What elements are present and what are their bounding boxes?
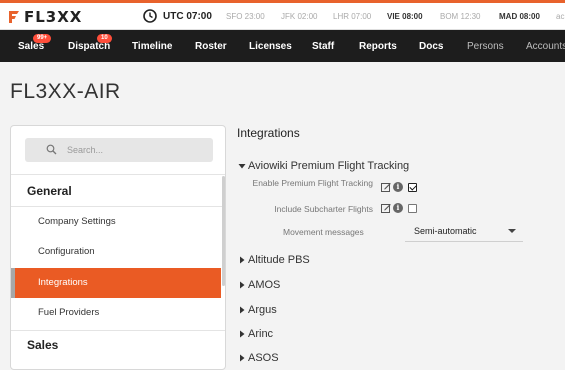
nav-accounts[interactable]: Accounts [526, 41, 565, 52]
nav-docs[interactable]: Docs [419, 41, 443, 52]
timezone-mad: MAD 08:00 [499, 12, 540, 21]
search-icon [46, 144, 57, 155]
movement-messages-select[interactable]: Semi-automatic [405, 220, 523, 242]
timezone-lhr: LHR 07:00 [333, 12, 372, 21]
caret-down-icon [238, 164, 246, 169]
info-icon[interactable]: i [393, 203, 403, 213]
group-sales: Sales [27, 338, 59, 352]
info-icon[interactable]: i [393, 182, 403, 192]
caret-right-icon [240, 306, 245, 314]
integration-aviowiki[interactable]: Aviowiki Premium Flight Tracking [237, 160, 409, 172]
integration-label: Argus [248, 304, 277, 316]
sidebar-item-company-settings[interactable]: Company Settings [11, 207, 221, 237]
timezone-sfo: SFO 23:00 [226, 12, 265, 21]
divider [11, 330, 225, 331]
divider [11, 174, 225, 175]
nav-persons[interactable]: Persons [467, 41, 504, 52]
setting-include-subcharter-controls: i [381, 203, 417, 213]
chevron-down-icon [508, 229, 516, 233]
sidebar-item-fuel-providers[interactable]: Fuel Providers [11, 298, 221, 328]
setting-include-subcharter-label: Include Subcharter Flights [274, 204, 373, 214]
settings-sidebar: General Company Settings Configuration I… [10, 125, 226, 370]
integration-arinc[interactable]: Arinc [237, 328, 273, 340]
integration-altitude-pbs[interactable]: Altitude PBS [237, 254, 310, 266]
include-subcharter-checkbox[interactable] [408, 203, 417, 213]
caret-right-icon [240, 281, 245, 289]
integration-argus[interactable]: Argus [237, 304, 277, 316]
search-input[interactable] [67, 138, 207, 162]
sidebar-item-integrations[interactable]: Integrations [11, 268, 221, 298]
setting-enable-tracking-label: Enable Premium Flight Tracking [252, 178, 373, 188]
sidebar-item-configuration[interactable]: Configuration [11, 237, 221, 267]
timezone-bom: BOM 12:30 [440, 12, 481, 21]
page-title: FL3XX-AIR [10, 80, 121, 103]
caret-right-icon [240, 256, 245, 264]
clock-icon [143, 9, 157, 23]
integration-label: Arinc [248, 328, 274, 340]
movement-messages-value: Semi-automatic [414, 226, 477, 236]
integration-label: AMOS [248, 279, 281, 291]
main-nav: Sales 99+ Dispatch 10 Timeline Roster Li… [0, 30, 565, 62]
top-bar: FL3XX UTC 07:00 SFO 23:00 JFK 02:00 LHR … [0, 0, 565, 30]
timezone-partial: ac [556, 12, 565, 21]
integration-label: ASOS [248, 352, 279, 364]
logo-text: FL3XX [24, 8, 83, 26]
utc-time: UTC 07:00 [163, 11, 212, 22]
nav-roster[interactable]: Roster [195, 41, 227, 52]
nav-timeline[interactable]: Timeline [132, 41, 172, 52]
nav-staff[interactable]: Staff [312, 41, 334, 52]
logo[interactable]: FL3XX [8, 8, 82, 26]
integration-label: Altitude PBS [248, 254, 310, 266]
caret-right-icon [240, 330, 245, 338]
sidebar-search[interactable] [25, 138, 213, 162]
fl3xx-logo-icon [9, 11, 19, 23]
integration-aviowiki-label: Aviowiki Premium Flight Tracking [248, 160, 410, 172]
integration-asos[interactable]: ASOS [237, 352, 279, 364]
enable-tracking-checkbox[interactable] [408, 182, 417, 192]
setting-enable-tracking: Enable Premium Flight Tracking [245, 179, 373, 199]
setting-enable-tracking-controls: i [381, 182, 417, 192]
section-title: Integrations [237, 126, 300, 140]
timezone-vie: VIE 08:00 [387, 12, 423, 21]
nav-reports[interactable]: Reports [359, 41, 397, 52]
dispatch-badge: 10 [97, 34, 112, 43]
edit-icon[interactable] [381, 182, 391, 192]
edit-icon[interactable] [381, 203, 391, 213]
integration-amos[interactable]: AMOS [237, 279, 280, 291]
sales-badge: 99+ [33, 34, 52, 43]
nav-licenses[interactable]: Licenses [249, 41, 292, 52]
sidebar-scrollbar[interactable] [222, 176, 225, 286]
group-general: General [27, 184, 72, 198]
timezone-jfk: JFK 02:00 [281, 12, 318, 21]
setting-include-subcharter: Include Subcharter Flights [245, 205, 373, 217]
